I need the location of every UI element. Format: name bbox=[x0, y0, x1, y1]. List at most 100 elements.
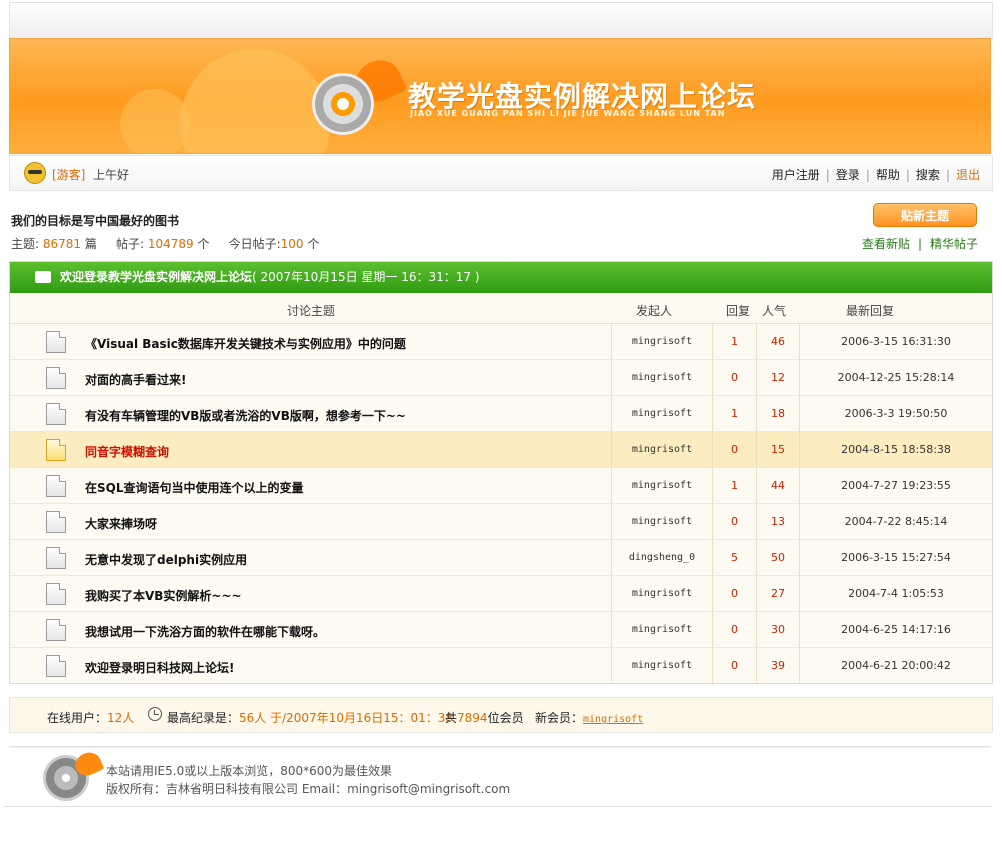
topic-title-link[interactable]: 《Visual Basic数据库开发关键技术与实例应用》中的问题 bbox=[85, 335, 406, 352]
reply-count: 1 bbox=[712, 324, 756, 359]
topic-title-link[interactable]: 在SQL查询语句当中使用连个以上的变量 bbox=[85, 479, 304, 496]
topic-author[interactable]: mingrisoft bbox=[611, 324, 712, 359]
table-row-highlighted: 同音字模糊查询 mingrisoft 0 15 2004-8-15 18:58:… bbox=[10, 432, 992, 468]
col-author: 发起人 bbox=[636, 304, 673, 318]
view-count: 44 bbox=[756, 468, 799, 503]
topic-title-link[interactable]: 对面的高手看过来! bbox=[85, 371, 186, 388]
topics-label: 主题: bbox=[11, 237, 40, 251]
topic-author[interactable]: mingrisoft bbox=[611, 612, 712, 647]
last-reply-time: 2004-12-25 15:28:14 bbox=[799, 360, 992, 395]
topic-document-icon bbox=[46, 331, 66, 353]
record-value: 56人 于/2007年10月16日15：01：38 bbox=[239, 711, 454, 725]
user-bar: [游客] 上午好 用户注册 | 登录 | 帮助 | 搜索 | 退出 bbox=[9, 155, 993, 191]
footer-text: 本站请用IE5.0或以上版本浏览，800*600为最佳效果 版权所有：吉林省明日… bbox=[106, 762, 510, 798]
nav-separator: | bbox=[865, 168, 870, 182]
last-reply-time: 2004-7-27 19:23:55 bbox=[799, 468, 992, 503]
quick-links: 查看新贴 | 精华帖子 bbox=[862, 235, 978, 252]
footer-browser-note: 本站请用IE5.0或以上版本浏览，800*600为最佳效果 bbox=[106, 764, 393, 778]
table-row: 有没有车辆管理的VB版或者洗浴的VB版啊，想参考一下~~ mingrisoft … bbox=[10, 396, 992, 432]
topic-title-link[interactable]: 我购买了本VB实例解析~~~ bbox=[85, 587, 242, 604]
col-last-reply: 最新回复 bbox=[846, 304, 895, 318]
top-nav: 用户注册 | 登录 | 帮助 | 搜索 | 退出 bbox=[772, 166, 980, 183]
footer-bottom-line bbox=[4, 806, 992, 807]
table-row: 我购买了本VB实例解析~~~ mingrisoft 0 27 2004-7-4 … bbox=[10, 576, 992, 612]
banner-gear-decoration-large bbox=[180, 49, 330, 153]
table-row: 我想试用一下洗浴方面的软件在哪能下载呀。 mingrisoft 0 30 200… bbox=[10, 612, 992, 648]
last-reply-time: 2006-3-15 15:27:54 bbox=[799, 540, 992, 575]
online-users: 在线用户：12人 bbox=[47, 709, 134, 726]
reply-count: 5 bbox=[712, 540, 756, 575]
topics-count: 86781 bbox=[42, 237, 82, 251]
guest-label: [游客] bbox=[52, 168, 86, 182]
topic-author[interactable]: mingrisoft bbox=[611, 396, 712, 431]
topic-author[interactable]: mingrisoft bbox=[611, 576, 712, 611]
last-reply-time: 2004-6-21 20:00:42 bbox=[799, 648, 992, 683]
topic-title-link[interactable]: 大家来捧场呀 bbox=[85, 515, 157, 532]
topic-title-link[interactable]: 欢迎登录明日科技网上论坛! bbox=[85, 659, 234, 676]
footer-divider bbox=[9, 746, 991, 748]
login-link[interactable]: 登录 bbox=[836, 168, 860, 182]
topic-author[interactable]: mingrisoft bbox=[611, 468, 712, 503]
view-count: 46 bbox=[756, 324, 799, 359]
record-info: 最高纪录是：56人 于/2007年10月16日15：01：38 bbox=[167, 709, 453, 726]
view-new-posts-link[interactable]: 查看新贴 bbox=[862, 237, 910, 251]
posts-unit: 个 bbox=[197, 237, 210, 251]
view-count: 13 bbox=[756, 504, 799, 539]
link-separator: | bbox=[917, 237, 922, 251]
welcome-text: 欢迎登录教学光盘实例解决网上论坛 bbox=[60, 270, 253, 284]
view-count: 30 bbox=[756, 612, 799, 647]
member-total: 共7894位会员 bbox=[445, 709, 524, 726]
featured-posts-link[interactable]: 精华帖子 bbox=[930, 237, 978, 251]
members-count: 7894 bbox=[457, 711, 488, 725]
footer-copyright: 版权所有：吉林省明日科技有限公司 Email：mingrisoft@mingri… bbox=[106, 782, 511, 796]
topic-title-link[interactable]: 无意中发现了delphi实例应用 bbox=[85, 551, 247, 568]
topic-author[interactable]: dingsheng_0 bbox=[611, 540, 712, 575]
forum-header: 欢迎登录教学光盘实例解决网上论坛( 2007年10月15日 星期一 16：31：… bbox=[10, 262, 992, 293]
topic-author[interactable]: mingrisoft bbox=[611, 648, 712, 683]
topic-author[interactable]: mingrisoft bbox=[611, 504, 712, 539]
view-count: 15 bbox=[756, 432, 799, 467]
top-strip bbox=[9, 2, 993, 39]
banner-subtitle: JIAO XUE GUANG PAN SHI LI JIE JUE WANG S… bbox=[410, 109, 726, 118]
new-topic-button[interactable]: 贴新主题 bbox=[873, 203, 977, 227]
topic-document-icon bbox=[46, 619, 66, 641]
today-count: 100 bbox=[280, 237, 304, 251]
topic-author[interactable]: mingrisoft bbox=[611, 360, 712, 395]
table-row: 《Visual Basic数据库开发关键技术与实例应用》中的问题 mingris… bbox=[10, 324, 992, 360]
reply-count: 0 bbox=[712, 576, 756, 611]
col-replies: 回复 bbox=[726, 304, 751, 318]
cd-disc-icon bbox=[312, 73, 374, 135]
logout-link[interactable]: 退出 bbox=[956, 168, 980, 182]
current-datetime: ( 2007年10月15日 星期一 16：31：17 ) bbox=[252, 270, 480, 284]
topic-document-icon bbox=[46, 655, 66, 677]
view-count: 27 bbox=[756, 576, 799, 611]
register-link[interactable]: 用户注册 bbox=[772, 168, 820, 182]
last-reply-time: 2004-7-22 8:45:14 bbox=[799, 504, 992, 539]
reply-count: 0 bbox=[712, 612, 756, 647]
col-topic: 讨论主题 bbox=[287, 304, 336, 318]
topic-author[interactable]: mingrisoft bbox=[611, 432, 712, 467]
reply-count: 1 bbox=[712, 396, 756, 431]
help-link[interactable]: 帮助 bbox=[876, 168, 900, 182]
topic-title-link[interactable]: 我想试用一下洗浴方面的软件在哪能下载呀。 bbox=[85, 623, 325, 640]
last-reply-time: 2006-3-15 16:31:30 bbox=[799, 324, 992, 359]
view-count: 12 bbox=[756, 360, 799, 395]
topic-document-icon bbox=[46, 511, 66, 533]
topic-list: 欢迎登录教学光盘实例解决网上论坛( 2007年10月15日 星期一 16：31：… bbox=[9, 261, 993, 684]
nav-separator: | bbox=[945, 168, 950, 182]
topic-document-icon bbox=[46, 403, 66, 425]
topic-title-link[interactable]: 有没有车辆管理的VB版或者洗浴的VB版啊，想参考一下~~ bbox=[85, 407, 406, 424]
last-reply-time: 2004-6-25 14:17:16 bbox=[799, 612, 992, 647]
reply-count: 1 bbox=[712, 468, 756, 503]
today-label: 今日帖子: bbox=[228, 237, 281, 251]
newest-label: 新会员： bbox=[535, 711, 584, 725]
online-label: 在线用户： bbox=[47, 711, 108, 725]
speech-bubble-icon bbox=[35, 271, 51, 283]
search-link[interactable]: 搜索 bbox=[916, 168, 940, 182]
newest-member-link[interactable]: mingrisoft bbox=[583, 714, 643, 725]
members-prefix: 共 bbox=[445, 711, 458, 725]
view-count: 39 bbox=[756, 648, 799, 683]
last-reply-time: 2004-8-15 18:58:38 bbox=[799, 432, 992, 467]
nav-separator: | bbox=[825, 168, 830, 182]
topic-title-link[interactable]: 同音字模糊查询 bbox=[85, 443, 169, 460]
